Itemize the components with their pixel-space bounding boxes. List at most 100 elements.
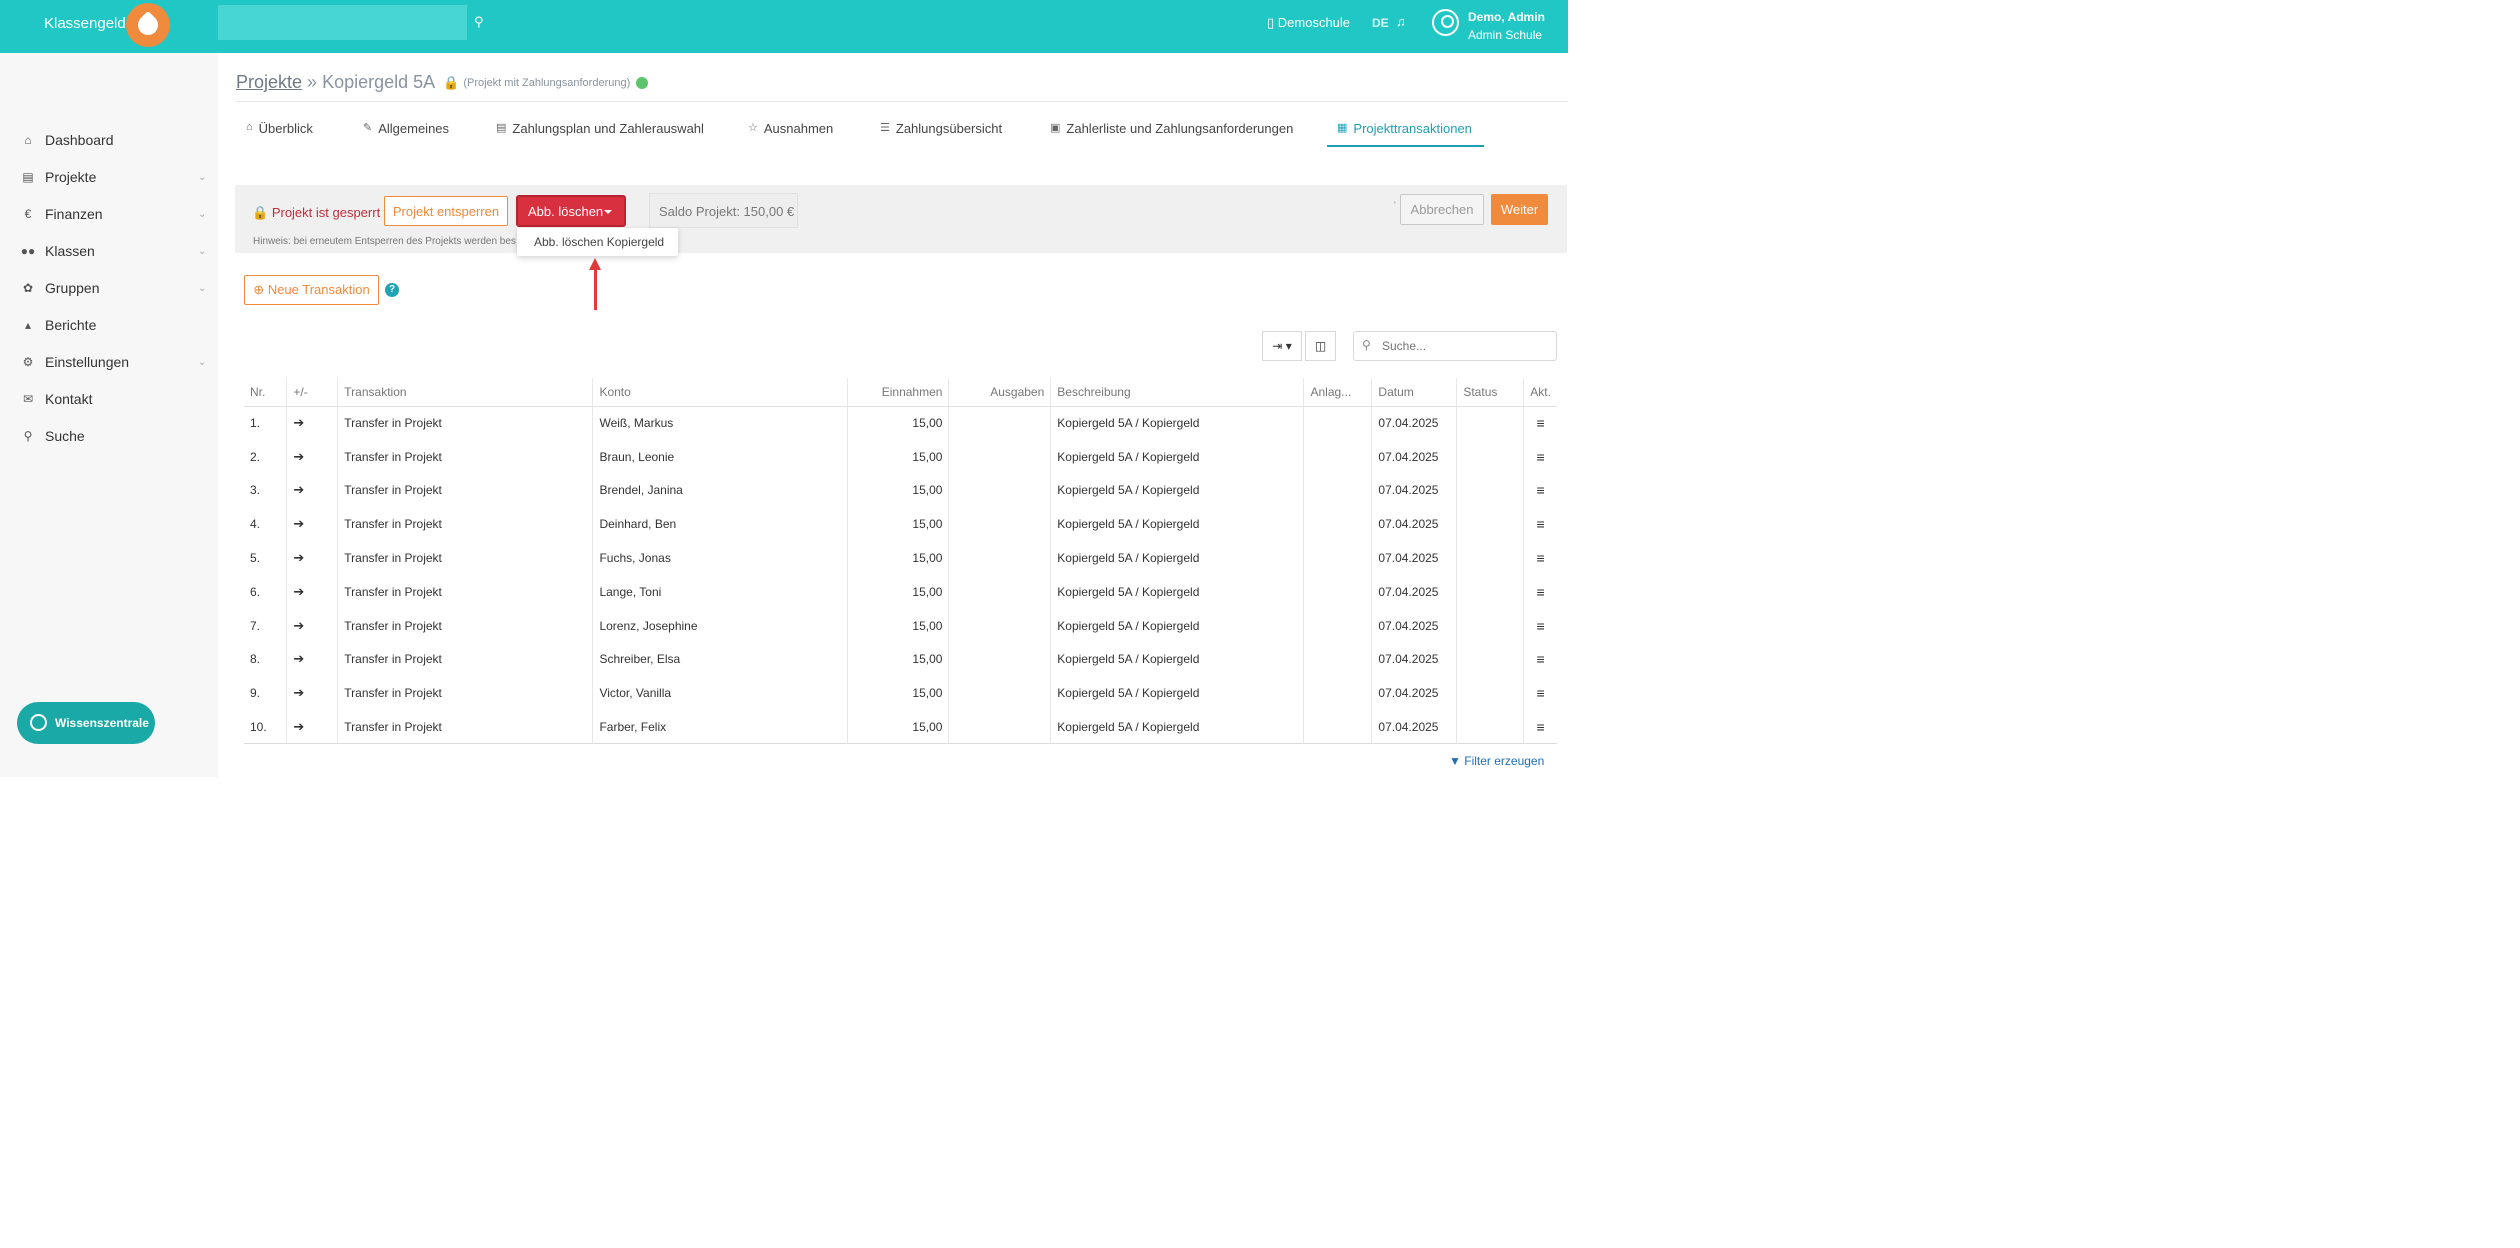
tab-ausnahmen[interactable]: ☆ Ausnahmen <box>748 121 833 147</box>
column-header[interactable]: Beschreibung <box>1050 378 1304 407</box>
table-row[interactable]: 4. ➔ Transfer in Projekt Deinhard, Ben 15,00… <box>244 507 1557 542</box>
table-row[interactable]: 1. ➔ Transfer in Projekt Weiß, Markus 15,00 K… <box>244 406 1557 440</box>
row-menu-icon[interactable]: ≡ <box>1523 574 1557 609</box>
envelope-icon: ✉ <box>22 392 34 406</box>
row-menu-icon[interactable]: ≡ <box>1523 608 1557 643</box>
column-header[interactable]: Konto <box>592 378 848 407</box>
arrow-right-icon: ➔ <box>286 473 338 508</box>
status <box>1456 541 1524 575</box>
sidebar-item-kontakt[interactable]: ✉ Kontakt <box>0 384 218 414</box>
sidebar-item-klassen[interactable]: ●● Klassen ⌄ <box>0 236 218 266</box>
column-header[interactable]: Nr. <box>244 378 287 407</box>
row-menu-icon[interactable]: ≡ <box>1523 507 1557 542</box>
attachment <box>1303 676 1372 711</box>
column-header[interactable]: Ausgaben <box>948 378 1051 407</box>
star-icon: ☆ <box>748 122 758 134</box>
row-number: 4. <box>250 517 261 532</box>
school-switch[interactable]: ▯ Demoschule <box>1267 15 1350 31</box>
columns-toggle-button[interactable]: ◫ <box>1305 331 1336 361</box>
chevron-down-icon: ⌄ <box>198 171 207 183</box>
table-row[interactable]: 2. ➔ Transfer in Projekt Braun, Leonie 15,00… <box>244 439 1557 474</box>
table-row[interactable]: 6. ➔ Transfer in Projekt Lange, Toni 15,00 Ko… <box>244 574 1557 609</box>
description: Kopiergeld 5A / Kopiergeld <box>1050 642 1304 677</box>
row-menu-icon[interactable]: ≡ <box>1523 676 1557 711</box>
user-name[interactable]: Demo, Admin <box>1468 10 1545 24</box>
sidebar-item-einstellungen[interactable]: ⚙ Einstellungen ⌄ <box>0 347 218 377</box>
tab-ueberblick[interactable]: ⌂ Überblick <box>246 121 313 147</box>
avatar[interactable] <box>1432 9 1459 36</box>
new-transaction-button[interactable]: ⊕ Neue Transaktion <box>244 275 379 305</box>
row-menu-icon[interactable]: ≡ <box>1523 406 1557 440</box>
transaction-type: Transfer in Projekt <box>337 541 593 575</box>
row-menu-icon[interactable]: ≡ <box>1523 710 1557 745</box>
cancel-button[interactable]: Abbrechen <box>1400 194 1484 225</box>
date: 07.04.2025 <box>1371 710 1457 745</box>
sidebar-item-label: Dashboard <box>45 132 114 148</box>
table-row[interactable]: 7. ➔ Transfer in Projekt Lorenz, Josephine 1… <box>244 608 1557 643</box>
global-search-input[interactable] <box>218 5 467 40</box>
row-menu-icon[interactable]: ≡ <box>1523 541 1557 575</box>
row-menu-icon[interactable]: ≡ <box>1523 473 1557 508</box>
wissenszentrale-button[interactable]: Wissenszentrale <box>17 702 155 744</box>
status <box>1456 507 1524 542</box>
table-row[interactable]: 5. ➔ Transfer in Projekt Fuchs, Jonas 15,00 K… <box>244 541 1557 575</box>
brand-name[interactable]: Klassengeld <box>44 15 126 32</box>
caret-down-icon: ▾ <box>1285 339 1292 353</box>
row-number: 3. <box>250 483 261 498</box>
income-amount: 15,00 <box>846 541 949 575</box>
list-icon: ☰ <box>880 122 890 134</box>
tab-allgemeines[interactable]: ✎ Allgemeines <box>363 121 449 147</box>
status <box>1456 574 1524 609</box>
tab-zahlungsuebersicht[interactable]: ☰ Zahlungsübersicht <box>880 121 1002 147</box>
project-type-note: (Projekt mit Zahlungsanforderung) <box>463 76 631 89</box>
sidebar-item-projekte[interactable]: ▤ Projekte ⌄ <box>0 162 218 192</box>
sidebar-item-label: Suche <box>45 428 85 444</box>
row-number: 10. <box>244 710 287 745</box>
sidebar-item-berichte[interactable]: ▴ Berichte <box>0 310 218 340</box>
chevron-down-icon: ⌄ <box>198 245 207 257</box>
tab-zahlungsplan[interactable]: ▤ Zahlungsplan und Zahlerauswahl <box>496 121 704 147</box>
bell-icon[interactable]: ♫ <box>1396 14 1406 29</box>
unlock-project-button[interactable]: Projekt entsperren <box>384 196 508 226</box>
row-menu-icon[interactable]: ≡ <box>1523 439 1557 474</box>
table-row[interactable]: 3. ➔ Transfer in Projekt Brendel, Janina 15,… <box>244 473 1557 508</box>
tab-zahlerliste[interactable]: ▣ Zahlerliste und Zahlungsanforderungen <box>1050 121 1293 147</box>
table-row[interactable]: 10. ➔ Transfer in Projekt Farber, Felix 15,0… <box>244 710 1557 745</box>
expense-amount <box>948 541 1051 575</box>
row-menu-icon[interactable]: ≡ <box>1523 642 1557 677</box>
income-amount: 15,00 <box>846 710 949 745</box>
breadcrumb-projekte-link[interactable]: Projekte <box>236 72 302 93</box>
home-icon: ⌂ <box>246 121 253 133</box>
fox-logo-icon[interactable] <box>126 3 170 47</box>
table-search-input[interactable] <box>1353 331 1557 361</box>
status <box>1456 710 1524 745</box>
column-header[interactable]: Transaktion <box>337 378 593 407</box>
table-row[interactable]: 9. ➔ Transfer in Projekt Victor, Vanilla 15,… <box>244 676 1557 711</box>
sidebar-item-suche[interactable]: ⚲ Suche <box>0 421 218 451</box>
column-header[interactable]: Status <box>1456 378 1524 407</box>
date: 07.04.2025 <box>1371 473 1457 508</box>
account-name: Fuchs, Jonas <box>592 541 848 575</box>
expense-amount <box>948 676 1051 711</box>
language-toggle[interactable]: DE <box>1372 16 1389 30</box>
next-button[interactable]: Weiter <box>1491 194 1548 225</box>
column-header[interactable]: Anlag... <box>1303 378 1372 407</box>
table-row[interactable]: 8. ➔ Transfer in Projekt Schreiber, Elsa 15,… <box>244 642 1557 677</box>
date: 07.04.2025 <box>1371 574 1457 609</box>
column-header[interactable]: Einnahmen <box>846 378 949 407</box>
export-dropdown-button[interactable]: ⇥ ▾ <box>1262 331 1302 361</box>
delete-debit-menu-item[interactable]: Abb. löschen Kopiergeld <box>517 228 678 256</box>
sidebar-item-dashboard[interactable]: ⌂ Dashboard <box>0 125 218 155</box>
help-icon[interactable]: ? <box>385 283 399 297</box>
delete-debit-dropdown-button[interactable]: Abb. löschen <box>516 195 626 227</box>
income-amount: 15,00 <box>846 473 949 508</box>
expense-amount <box>948 439 1051 474</box>
sidebar-item-gruppen[interactable]: ✿ Gruppen ⌄ <box>0 273 218 303</box>
column-header[interactable]: Datum <box>1371 378 1457 407</box>
search-icon: ⚲ <box>23 429 33 443</box>
sidebar-item-finanzen[interactable]: € Finanzen ⌄ <box>0 199 218 229</box>
create-filter-link[interactable]: ▼ Filter erzeugen <box>1449 754 1544 768</box>
tab-projekttransaktionen[interactable]: ▦ Projekttransaktionen <box>1327 121 1484 147</box>
column-header[interactable]: +/- <box>286 378 338 407</box>
search-icon[interactable]: ⚲ <box>474 14 490 30</box>
